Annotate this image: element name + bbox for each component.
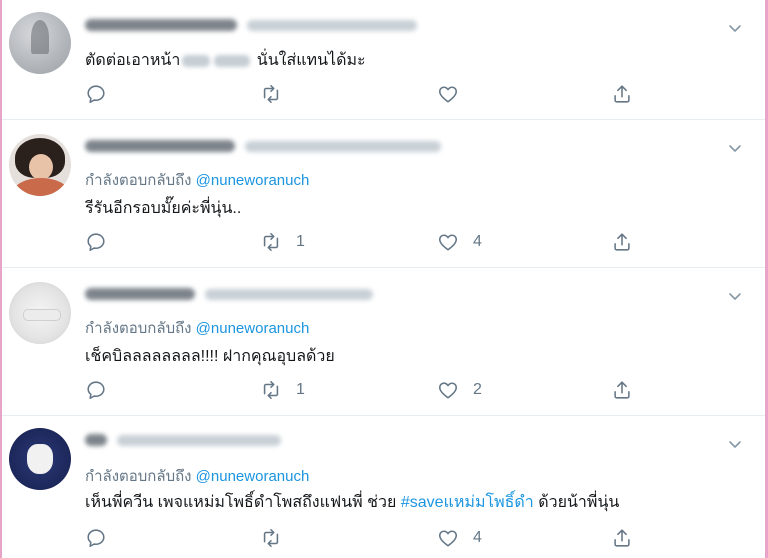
like-count: 4 bbox=[473, 233, 482, 250]
retweet-icon bbox=[263, 232, 279, 252]
reply-icon bbox=[87, 529, 105, 548]
retweet-icon bbox=[263, 528, 279, 548]
replying-to-label: กำลังตอบกลับถึง bbox=[85, 468, 192, 485]
like-button[interactable]: 4 bbox=[437, 230, 482, 254]
more-options-button[interactable] bbox=[727, 140, 743, 156]
like-button[interactable]: 2 bbox=[437, 378, 482, 402]
display-name-redacted[interactable] bbox=[85, 19, 237, 31]
heart-icon bbox=[438, 86, 458, 103]
share-icon bbox=[614, 381, 630, 399]
reply-icon bbox=[87, 381, 105, 400]
reply-feed: ตัดต่อเอาหน้า นั่นใส่แทนได้มะ กำลังตอบกล… bbox=[2, 0, 765, 558]
avatar-image bbox=[13, 178, 69, 196]
avatar-image bbox=[29, 154, 53, 180]
like-count: 2 bbox=[473, 381, 482, 398]
like-button[interactable]: 4 bbox=[437, 526, 482, 550]
tweet[interactable]: กำลังตอบกลับถึง @nuneworanuch เห็นพี่ควี… bbox=[2, 416, 765, 558]
replying-to-label: กำลังตอบกลับถึง bbox=[85, 320, 192, 337]
reply-icon bbox=[87, 85, 105, 104]
handle-and-time-redacted bbox=[245, 140, 441, 152]
share-button[interactable] bbox=[611, 230, 633, 254]
tweet-actions: 1 2 bbox=[85, 378, 645, 402]
chevron-down-icon bbox=[729, 293, 741, 300]
more-options-button[interactable] bbox=[727, 20, 743, 36]
retweet-button[interactable] bbox=[260, 526, 296, 550]
replying-to: กำลังตอบกลับถึง @nuneworanuch bbox=[85, 464, 309, 488]
retweet-icon bbox=[263, 380, 279, 400]
reply-button[interactable] bbox=[85, 526, 121, 550]
retweet-count: 1 bbox=[296, 233, 305, 250]
display-name-redacted[interactable] bbox=[85, 140, 235, 152]
replying-to: กำลังตอบกลับถึง @nuneworanuch bbox=[85, 168, 309, 192]
avatar[interactable] bbox=[9, 12, 71, 74]
chevron-down-icon bbox=[729, 25, 741, 32]
retweet-button[interactable] bbox=[260, 82, 296, 106]
more-options-button[interactable] bbox=[727, 436, 743, 452]
handle-and-time-redacted bbox=[205, 288, 373, 300]
tweet-header bbox=[85, 15, 417, 35]
reply-button[interactable] bbox=[85, 378, 121, 402]
avatar[interactable] bbox=[9, 428, 71, 490]
tweet-text-part: เห็นพี่ควีน เพจแหม่มโพธิ์ดำโพสถึงแฟนพี่ … bbox=[85, 494, 401, 511]
heart-icon bbox=[438, 234, 458, 251]
share-button[interactable] bbox=[611, 378, 633, 402]
heart-icon bbox=[438, 382, 458, 399]
redacted-text bbox=[214, 54, 251, 67]
retweet-button[interactable]: 1 bbox=[260, 230, 305, 254]
share-icon bbox=[614, 85, 630, 103]
chevron-down-icon bbox=[729, 145, 741, 152]
avatar-image bbox=[27, 444, 53, 474]
share-button[interactable] bbox=[611, 82, 633, 106]
tweet-text-part: ด้วยน้าพี่นุ่น bbox=[533, 494, 620, 511]
tweet[interactable]: กำลังตอบกลับถึง @nuneworanuch เช็คบิลลลล… bbox=[2, 268, 765, 416]
replying-to-label: กำลังตอบกลับถึง bbox=[85, 172, 192, 189]
handle-and-time-redacted bbox=[247, 19, 417, 31]
share-button[interactable] bbox=[611, 526, 633, 550]
tweet-text: รีรันอีกรอบมั๊ยค่ะพี่นุ่น.. bbox=[85, 200, 242, 217]
avatar-image bbox=[23, 309, 61, 321]
redacted-text bbox=[182, 54, 211, 67]
reply-handle-link[interactable]: @nuneworanuch bbox=[196, 320, 310, 337]
tweet-header bbox=[85, 136, 441, 156]
tweet[interactable]: กำลังตอบกลับถึง @nuneworanuch รีรันอีกรอ… bbox=[2, 120, 765, 268]
avatar-image bbox=[31, 20, 49, 54]
retweet-button[interactable]: 1 bbox=[260, 378, 305, 402]
display-name-redacted[interactable] bbox=[85, 434, 107, 446]
tweet-header bbox=[85, 430, 281, 450]
reply-handle-link[interactable]: @nuneworanuch bbox=[196, 172, 310, 189]
handle-and-time-redacted bbox=[117, 434, 281, 446]
avatar[interactable] bbox=[9, 134, 71, 196]
tweet-actions: 1 4 bbox=[85, 230, 645, 254]
tweet-actions: 4 bbox=[85, 526, 645, 550]
heart-icon bbox=[438, 530, 458, 547]
replying-to: กำลังตอบกลับถึง @nuneworanuch bbox=[85, 316, 309, 340]
chevron-down-icon bbox=[729, 441, 741, 448]
tweet-text: เช็คบิลลลลลลลล!!!! ฝากคุณอุบลด้วย bbox=[85, 348, 335, 365]
retweet-icon bbox=[263, 84, 279, 104]
reply-icon bbox=[87, 233, 105, 252]
more-options-button[interactable] bbox=[727, 288, 743, 304]
share-icon bbox=[614, 233, 630, 251]
like-count: 4 bbox=[473, 529, 482, 546]
tweet-actions bbox=[85, 82, 645, 106]
reply-handle-link[interactable]: @nuneworanuch bbox=[196, 468, 310, 485]
tweet[interactable]: ตัดต่อเอาหน้า นั่นใส่แทนได้มะ bbox=[2, 0, 765, 120]
tweet-text-part: นั่นใส่แทนได้มะ bbox=[256, 52, 366, 69]
tweet-text: เห็นพี่ควีน เพจแหม่มโพธิ์ดำโพสถึงแฟนพี่ … bbox=[85, 490, 619, 515]
reply-button[interactable] bbox=[85, 230, 121, 254]
share-icon bbox=[614, 529, 630, 547]
reply-button[interactable] bbox=[85, 82, 121, 106]
tweet-text-part: ตัดต่อเอาหน้า bbox=[85, 52, 181, 69]
tweet-text: ตัดต่อเอาหน้า นั่นใส่แทนได้มะ bbox=[85, 48, 366, 73]
retweet-count: 1 bbox=[296, 381, 305, 398]
hashtag-link[interactable]: #saveแหม่มโพธิ์ดำ bbox=[401, 494, 534, 511]
tweet-header bbox=[85, 284, 373, 304]
avatar[interactable] bbox=[9, 282, 71, 344]
like-button[interactable] bbox=[437, 82, 473, 106]
display-name-redacted[interactable] bbox=[85, 288, 195, 300]
